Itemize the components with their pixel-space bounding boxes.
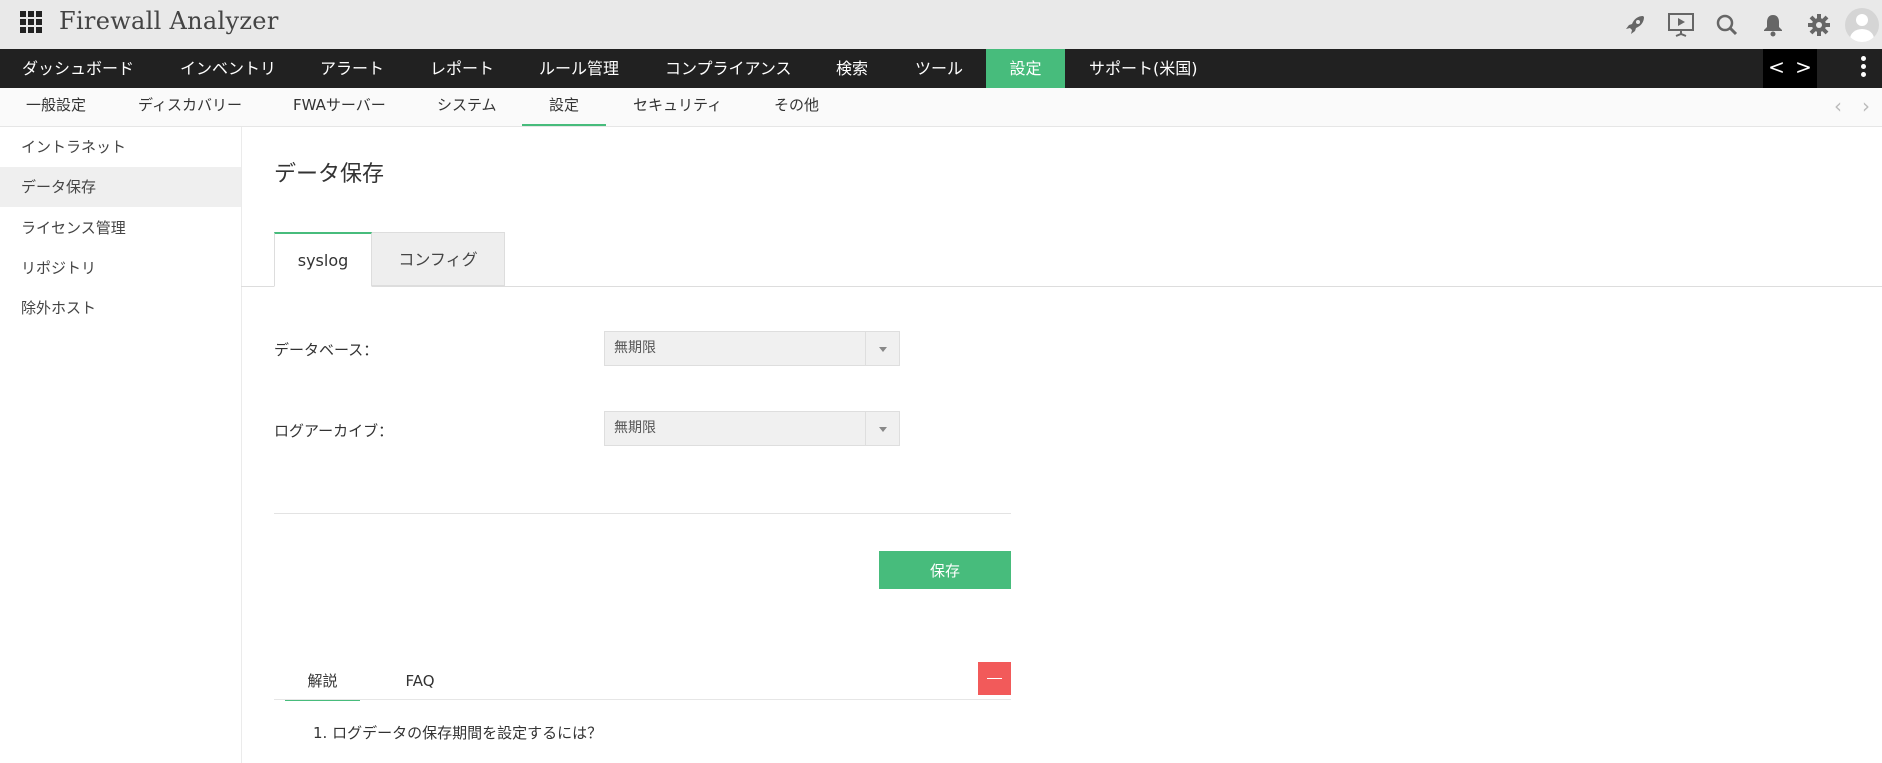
page-title: データ保存 <box>274 162 385 187</box>
sidebar-item-excluded-hosts[interactable]: 除外ホスト <box>0 288 241 328</box>
nav-reports[interactable]: レポート <box>430 49 494 88</box>
subnav-settings[interactable]: 設定 <box>522 88 606 126</box>
subnav-system[interactable]: システム <box>437 88 497 124</box>
log-archive-select-value: 無期限 <box>614 420 656 436</box>
subnav-discovery[interactable]: ディスカバリー <box>138 88 242 124</box>
gear-icon[interactable] <box>1796 0 1842 49</box>
save-button[interactable]: 保存 <box>879 551 1011 589</box>
log-archive-select[interactable]: 無期限 <box>604 411 900 446</box>
database-select[interactable]: 無期限 <box>604 331 900 366</box>
help-tab-faq[interactable]: FAQ <box>390 663 450 699</box>
chevron-right-icon[interactable]: > <box>1790 49 1817 88</box>
avatar-container[interactable] <box>1842 0 1882 49</box>
bell-icon[interactable] <box>1750 0 1796 49</box>
main-nav: ダッシュボード インベントリ アラート レポート ルール管理 コンプライアンス … <box>0 49 1882 88</box>
avatar[interactable] <box>1845 7 1879 42</box>
tabs-divider <box>241 286 1882 287</box>
tab-config[interactable]: コンフィグ <box>372 232 505 286</box>
sidebar-item-repository[interactable]: リポジトリ <box>0 248 241 288</box>
form-divider <box>274 513 1011 514</box>
chevron-down-icon <box>865 332 899 365</box>
sidebar: イントラネット データ保存 ライセンス管理 リポジトリ 除外ホスト <box>0 127 242 763</box>
app-title: Firewall Analyzer <box>59 7 279 35</box>
help-question[interactable]: 1. ログデータの保存期間を設定するには？ <box>313 722 602 743</box>
nav-dashboard[interactable]: ダッシュボード <box>22 49 134 88</box>
sidebar-item-intranet[interactable]: イントラネット <box>0 127 241 167</box>
help-tab-explanation[interactable]: 解説 <box>285 663 360 701</box>
nav-scroll-arrows: < > <box>1763 49 1817 88</box>
subnav-general[interactable]: 一般設定 <box>26 88 86 124</box>
chevron-down-icon <box>865 412 899 445</box>
tab-syslog[interactable]: syslog <box>274 232 372 287</box>
help-divider <box>274 699 1011 700</box>
sidebar-item-data-retention[interactable]: データ保存 <box>0 167 241 207</box>
chevron-left-icon[interactable]: < <box>1763 49 1790 88</box>
subnav-chevron-right-icon[interactable]: › <box>1862 88 1870 124</box>
top-icons <box>1612 0 1882 49</box>
rocket-icon[interactable] <box>1612 0 1658 49</box>
database-label: データベース： <box>274 341 379 359</box>
nav-compliance[interactable]: コンプライアンス <box>665 49 792 88</box>
database-select-value: 無期限 <box>614 340 656 356</box>
collapse-button[interactable] <box>978 662 1011 695</box>
log-archive-label: ログアーカイブ： <box>274 422 394 440</box>
nav-tools[interactable]: ツール <box>915 49 963 88</box>
subnav-fwa-server[interactable]: FWAサーバー <box>293 88 386 124</box>
nav-settings[interactable]: 設定 <box>986 49 1065 88</box>
sidebar-item-license[interactable]: ライセンス管理 <box>0 208 241 248</box>
nav-search[interactable]: 検索 <box>836 49 868 88</box>
nav-support[interactable]: サポート(米国) <box>1089 49 1198 88</box>
nav-inventory[interactable]: インベントリ <box>180 49 276 88</box>
presentation-icon[interactable] <box>1658 0 1704 49</box>
subnav-security[interactable]: セキュリティ <box>633 88 722 124</box>
subnav-other[interactable]: その他 <box>774 88 819 124</box>
top-bar: Firewall Analyzer <box>0 0 1882 49</box>
search-icon[interactable] <box>1704 0 1750 49</box>
app-grid-icon[interactable] <box>20 11 42 33</box>
more-vert-icon[interactable] <box>1861 56 1867 80</box>
minus-icon <box>987 678 1002 679</box>
nav-alerts[interactable]: アラート <box>320 49 384 88</box>
nav-rule-management[interactable]: ルール管理 <box>539 49 619 88</box>
sub-nav: 一般設定 ディスカバリー FWAサーバー システム 設定 セキュリティ その他 … <box>0 88 1882 127</box>
subnav-chevron-left-icon[interactable]: ‹ <box>1834 88 1842 124</box>
